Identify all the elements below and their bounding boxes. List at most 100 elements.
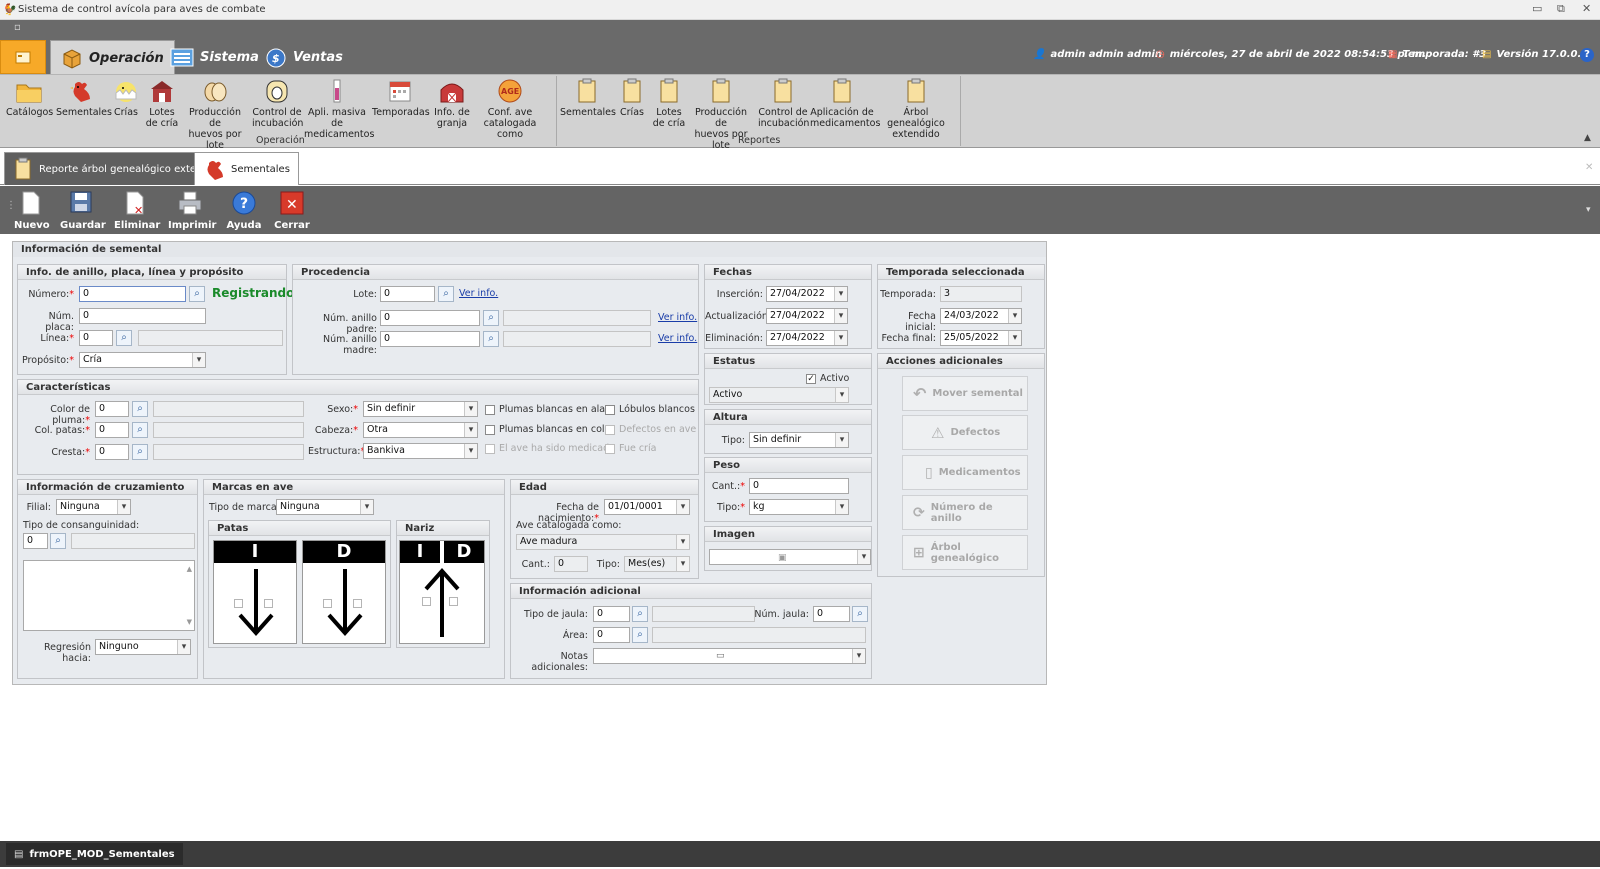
ribbon-rep-sementales-button[interactable]: Sementales [560, 76, 616, 118]
pata-der-mark-2-checkbox[interactable] [353, 599, 362, 608]
pata-der-mark-1-checkbox[interactable] [323, 599, 332, 608]
insercion-date[interactable]: 27/04/2022 [766, 286, 848, 302]
guardar-button[interactable]: Guardar [60, 190, 106, 231]
tipo-jaula-search-icon[interactable]: ⌕ [632, 606, 648, 622]
proposito-select[interactable]: Cría [79, 352, 206, 368]
cerrar-button[interactable]: ✕ Cerrar [274, 190, 310, 231]
defectos-button[interactable]: ⚠ Defectos [902, 415, 1028, 450]
col-patas-search-icon[interactable]: ⌕ [132, 422, 148, 438]
madre-ver-info-link[interactable]: Ver info. [658, 333, 697, 344]
eliminar-button[interactable]: ✕ Eliminar [114, 190, 160, 231]
numero-anillo-button[interactable]: ⟳ Número de anillo [902, 495, 1028, 530]
nacimiento-date[interactable]: 01/01/0001 [604, 499, 690, 515]
ribbon-rep-arbol-button[interactable]: Árbol genealógico extendido [876, 76, 956, 140]
app-menu-button[interactable] [0, 40, 46, 74]
ribbon-rep-aplicacion-button[interactable]: Aplicación de medicamentos [810, 76, 880, 129]
consanguinidad-notes[interactable]: ▲ ▼ [23, 560, 195, 631]
help-circle-icon[interactable]: ? [1580, 48, 1594, 62]
ribbon-rep-incubacion-button[interactable]: Control de incubación [758, 76, 809, 129]
madre-search-icon[interactable]: ⌕ [483, 331, 499, 347]
ribbon-temporadas-button[interactable]: Temporadas [372, 76, 430, 118]
imprimir-button[interactable]: Imprimir [168, 190, 216, 231]
color-pluma-input[interactable]: 0 [95, 401, 129, 417]
num-jaula-search-icon[interactable]: ⌕ [852, 606, 868, 622]
tab-ventas[interactable]: $ Ventas [255, 40, 353, 75]
tab-sistema[interactable]: Sistema [160, 40, 269, 75]
estructura-select[interactable]: Bankiva [363, 443, 478, 459]
madre-input[interactable]: 0 [380, 331, 480, 347]
peso-cant-input[interactable]: 0 [749, 478, 849, 494]
scroll-up-icon[interactable]: ▲ [187, 563, 192, 575]
linea-search-icon[interactable]: ⌕ [116, 330, 132, 346]
ribbon-sementales-button[interactable]: Sementales [56, 76, 112, 118]
notas-select[interactable]: ▭ [593, 648, 866, 664]
scroll-down-icon[interactable]: ▼ [187, 616, 192, 628]
ribbon-catalogos-button[interactable]: Catálogos [6, 76, 53, 118]
ayuda-button[interactable]: ? Ayuda [226, 190, 262, 231]
actualizacion-date[interactable]: 27/04/2022 [766, 308, 848, 324]
regresion-select[interactable]: Ninguno [95, 639, 191, 655]
area-input[interactable]: 0 [593, 627, 630, 643]
nariz-izq-mark-checkbox[interactable] [422, 597, 431, 606]
fecha-final-date[interactable]: 25/05/2022 [940, 330, 1022, 346]
consanguinidad-search-icon[interactable]: ⌕ [50, 533, 66, 549]
plumas-alas-checkbox[interactable] [485, 405, 495, 415]
plumas-cola-checkbox[interactable] [485, 425, 495, 435]
medicamentos-button[interactable]: ▯ Medicamentos [902, 455, 1028, 490]
nariz-der-mark-checkbox[interactable] [449, 597, 458, 606]
placa-input[interactable]: 0 [79, 308, 206, 324]
padre-ver-info-link[interactable]: Ver info. [658, 312, 697, 323]
cresta-search-icon[interactable]: ⌕ [132, 444, 148, 460]
doc-tab-sementales[interactable]: Sementales [194, 152, 299, 185]
col-patas-input[interactable]: 0 [95, 422, 129, 438]
altura-tipo-select[interactable]: Sin definir [749, 432, 849, 448]
close-window-button[interactable]: ✕ [1582, 2, 1591, 15]
num-jaula-input[interactable]: 0 [813, 606, 850, 622]
cabeza-select[interactable]: Otra [363, 422, 478, 438]
numero-search-icon[interactable]: ⌕ [189, 286, 205, 302]
statusbar-form-tab[interactable]: ▤ frmOPE_MOD_Sementales [6, 843, 183, 865]
consanguinidad-input[interactable]: 0 [23, 533, 48, 549]
sexo-select[interactable]: Sin definir [363, 401, 478, 417]
peso-tipo-select[interactable]: kg [749, 499, 849, 515]
filial-select[interactable]: Ninguna [56, 499, 131, 515]
ribbon-granja-button[interactable]: Info. de granja [432, 76, 472, 129]
ribbon-conf-ave-button[interactable]: AGE Conf. ave catalogada como [474, 76, 546, 140]
cresta-input[interactable]: 0 [95, 444, 129, 460]
linea-input[interactable]: 0 [79, 330, 113, 346]
fecha-inicial-date[interactable]: 24/03/2022 [940, 308, 1022, 324]
eliminacion-date[interactable]: 27/04/2022 [766, 330, 848, 346]
lote-ver-info-link[interactable]: Ver info. [459, 288, 498, 299]
toolbar-overflow-icon[interactable]: ▾ [1586, 205, 1591, 215]
pata-izq-mark-2-checkbox[interactable] [264, 599, 273, 608]
lobulos-checkbox[interactable] [605, 405, 615, 415]
pata-izq-mark-1-checkbox[interactable] [234, 599, 243, 608]
quick-access-icon[interactable]: ▫ [14, 22, 21, 33]
lote-input[interactable]: 0 [380, 286, 435, 302]
tipo-jaula-input[interactable]: 0 [593, 606, 630, 622]
mover-semental-button[interactable]: ↶ Mover semental [902, 376, 1028, 411]
lote-search-icon[interactable]: ⌕ [438, 286, 454, 302]
padre-search-icon[interactable]: ⌕ [483, 310, 499, 326]
minimize-button[interactable]: ▭ [1532, 2, 1542, 15]
close-doc-icon[interactable]: ✕ [1585, 162, 1593, 173]
ribbon-rep-crias-button[interactable]: Crías [616, 76, 648, 118]
ribbon-incubacion-button[interactable]: Control de incubación [252, 76, 303, 129]
ribbon-rep-lotes-button[interactable]: Lotes de cría [652, 76, 686, 129]
numero-input[interactable]: 0 [79, 286, 186, 302]
ribbon-produccion-button[interactable]: Producción de huevos por lote [182, 76, 248, 151]
tab-operacion[interactable]: Operación [50, 40, 175, 75]
restore-button[interactable]: ⧉ [1557, 2, 1565, 16]
padre-input[interactable]: 0 [380, 310, 480, 326]
collapse-ribbon-icon[interactable]: ▲ [1584, 133, 1591, 143]
activo-checkbox[interactable]: ✓ [806, 374, 816, 384]
nuevo-button[interactable]: Nuevo [14, 190, 50, 231]
arbol-genealogico-button[interactable]: ⊞ Árbol genealógico [902, 535, 1028, 570]
ribbon-crias-button[interactable]: Crías [108, 76, 144, 118]
area-search-icon[interactable]: ⌕ [632, 627, 648, 643]
imagen-select[interactable]: ▣ [709, 549, 871, 565]
color-pluma-search-icon[interactable]: ⌕ [132, 401, 148, 417]
tipo-marca-select[interactable]: Ninguna [276, 499, 374, 515]
ribbon-lotes-button[interactable]: Lotes de cría [144, 76, 180, 129]
ribbon-aplicacion-button[interactable]: Apli. masiva de medicamentos [304, 76, 374, 140]
